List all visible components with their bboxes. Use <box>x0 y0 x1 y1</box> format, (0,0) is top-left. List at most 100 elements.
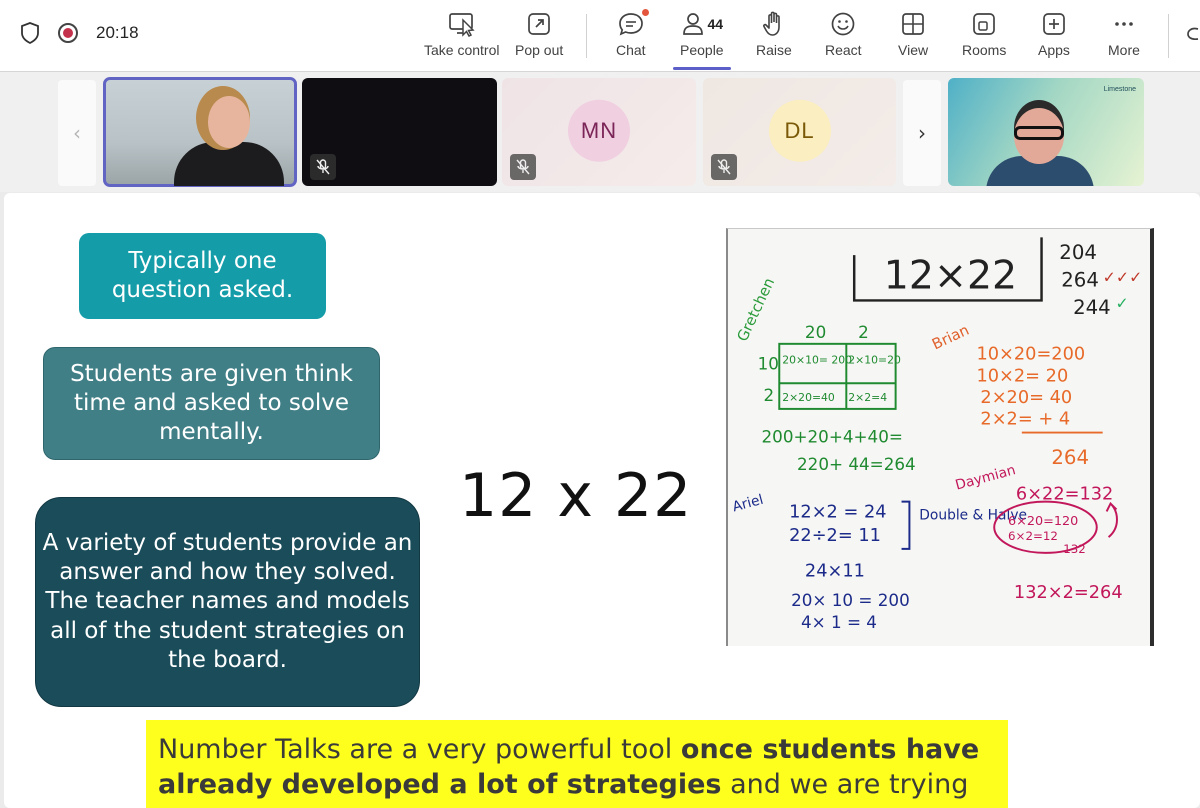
participant-video <box>174 142 284 186</box>
avatar: MN <box>568 99 630 162</box>
rooms-button[interactable]: Rooms <box>962 8 1006 64</box>
people-button[interactable]: 44 People <box>680 8 724 64</box>
pop-out-label: Pop out <box>515 42 564 58</box>
rooms-icon <box>971 8 997 40</box>
student-name-gretchen: Gretchen <box>734 275 778 344</box>
raise-hand-icon <box>761 8 787 40</box>
area-model-label: 2 <box>858 322 869 342</box>
area-model-cell: 2×10=20 <box>848 354 901 367</box>
meeting-timer: 20:18 <box>96 23 139 42</box>
apps-label: Apps <box>1038 42 1070 58</box>
rooms-label: Rooms <box>962 42 1007 58</box>
brian-work: 10×20=200 <box>976 345 1085 365</box>
pop-out-icon <box>526 8 552 40</box>
participant-tile-presenter[interactable]: Limestone <box>948 78 1144 186</box>
active-tab-indicator <box>673 67 731 70</box>
people-label: People <box>680 42 724 58</box>
shared-presentation: Typically one question asked. Students a… <box>4 193 1200 808</box>
people-icon <box>682 13 703 35</box>
avatar: DL <box>768 99 831 162</box>
more-label: More <box>1108 42 1140 58</box>
react-label: React <box>825 42 862 58</box>
gretchen-sum: 200+20+4+40= <box>762 426 903 446</box>
view-label: View <box>898 42 929 58</box>
daymian-work: 6×20=120 <box>1008 514 1078 529</box>
take-control-icon <box>448 8 476 40</box>
board-title: 12×22 <box>884 253 1017 299</box>
apps-button[interactable]: Apps <box>1038 8 1070 64</box>
chevron-right-icon: › <box>918 121 926 145</box>
add-app-icon <box>1041 8 1067 40</box>
daymian-work: 6×2=12 <box>1008 529 1058 543</box>
glasses-icon <box>1014 126 1064 140</box>
shield-icon[interactable] <box>20 22 40 44</box>
info-box-question: Typically one question asked. <box>79 233 326 319</box>
next-participants-button[interactable]: › <box>903 80 941 186</box>
mic-off-icon <box>711 154 737 180</box>
ariel-work: 12×2 = 24 <box>789 502 886 522</box>
whiteboard-drawing: 12×22 204 264 244 ✓✓✓ ✓ Gretchen 20 2 10… <box>731 237 1143 632</box>
brian-work: 264 <box>1051 446 1089 469</box>
raise-label: Raise <box>756 42 792 58</box>
participant-tile-mn[interactable]: MN <box>502 78 696 186</box>
view-button[interactable]: View <box>898 8 928 64</box>
more-button[interactable]: More <box>1108 8 1140 64</box>
daymian-work: 132 <box>1063 542 1086 556</box>
chat-icon <box>617 8 649 40</box>
people-count: 44 <box>707 16 724 32</box>
chevron-left-icon: ‹ <box>73 121 81 145</box>
gretchen-sum: 220+ 44=264 <box>797 454 916 474</box>
teams-meeting-window: 20:18 Take control Pop out Chat 44 Peopl… <box>0 0 1200 808</box>
area-model-cell: 2×2=4 <box>848 391 887 404</box>
react-button[interactable]: React <box>825 8 862 64</box>
chat-button[interactable]: Chat <box>616 8 649 64</box>
take-control-button[interactable]: Take control <box>424 8 499 64</box>
board-answer: 264 <box>1061 269 1099 292</box>
student-name-brian: Brian <box>930 322 972 354</box>
student-name-ariel: Ariel <box>731 492 765 516</box>
raise-hand-button[interactable]: Raise <box>756 8 792 64</box>
participant-video-strip: ‹ MN DL › Limestone <box>0 72 1200 192</box>
camera-partial-icon[interactable] <box>1186 24 1200 48</box>
check-mark: ✓ <box>1115 293 1128 312</box>
daymian-work: 6×22=132 <box>1016 485 1113 505</box>
ariel-work: 24×11 <box>805 562 865 582</box>
participant-tile-dl[interactable]: DL <box>703 78 896 186</box>
view-grid-icon <box>900 8 926 40</box>
meeting-info: 20:18 <box>20 22 139 44</box>
participant-tile-speaker[interactable] <box>103 77 297 187</box>
slide-caption: Number Talks are a very powerful tool on… <box>146 720 1008 808</box>
area-model-cell: 2×20=40 <box>782 391 835 404</box>
background-logo: Limestone <box>1103 86 1136 93</box>
ariel-work: 22÷2= 11 <box>789 526 881 546</box>
brian-work: 10×2= 20 <box>976 366 1068 386</box>
participant-face <box>208 96 250 148</box>
area-model-label: 20 <box>805 322 826 342</box>
math-problem: 12 x 22 <box>459 461 693 531</box>
check-mark: ✓✓✓ <box>1103 268 1143 287</box>
board-answer: 244 <box>1073 296 1111 319</box>
people-icon-wrap: 44 <box>681 8 724 40</box>
brian-work: 2×20= 40 <box>980 388 1072 408</box>
meeting-toolbar: 20:18 Take control Pop out Chat 44 Peopl… <box>0 0 1200 72</box>
toolbar-divider <box>1168 14 1169 58</box>
previous-participants-button[interactable]: ‹ <box>58 80 96 186</box>
notification-dot <box>641 9 649 16</box>
participant-tile-video-off[interactable] <box>302 78 497 186</box>
mic-off-icon <box>510 154 536 180</box>
more-dots-icon <box>1111 8 1137 40</box>
whiteboard-photo: 12×22 204 264 244 ✓✓✓ ✓ Gretchen 20 2 10… <box>726 228 1154 646</box>
mic-off-icon <box>310 154 336 180</box>
react-icon <box>830 8 856 40</box>
student-name-daymian: Daymian <box>954 462 1018 493</box>
area-model-cell: 20×10= 200 <box>782 354 852 367</box>
board-answer: 204 <box>1059 241 1097 264</box>
pop-out-button[interactable]: Pop out <box>515 8 563 64</box>
daymian-work: 132×2=264 <box>1014 583 1123 603</box>
ariel-work: 4× 1 = 4 <box>801 612 877 632</box>
chat-label: Chat <box>616 42 646 58</box>
recording-icon <box>58 23 78 43</box>
caption-text: Number Talks are a very powerful tool <box>158 734 681 765</box>
info-box-think-time: Students are given think time and asked … <box>43 347 380 460</box>
toolbar-divider <box>586 14 587 58</box>
